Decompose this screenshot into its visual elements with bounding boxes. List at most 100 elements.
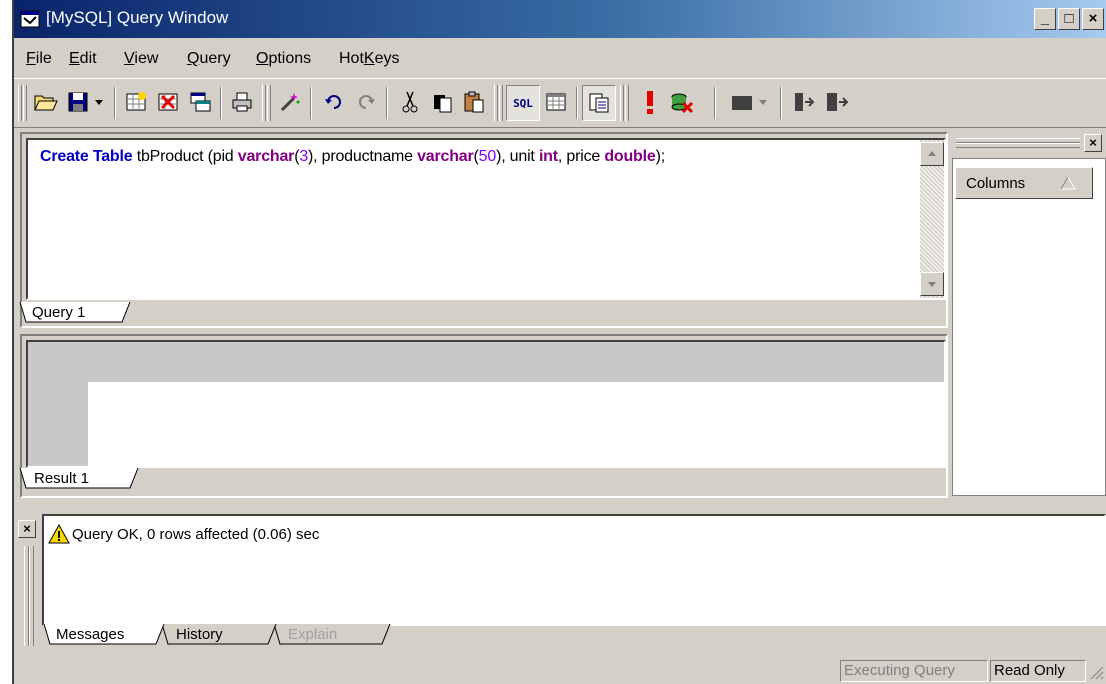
cut-button[interactable]: [394, 85, 426, 119]
maximize-icon: □: [1064, 10, 1074, 27]
query-results-icon: [589, 93, 609, 113]
toolbar-separator: [114, 87, 116, 119]
new-table-button[interactable]: [120, 85, 152, 119]
query-tab[interactable]: Query 1: [32, 304, 85, 321]
toolbar-grip[interactable]: [262, 85, 266, 121]
messages-close-button[interactable]: ×: [18, 520, 36, 538]
maximize-button[interactable]: □: [1058, 8, 1080, 30]
close-icon: ×: [1088, 10, 1098, 27]
messages-panel: × Query OK, 0 rows affected (0.06) sec M…: [14, 506, 1106, 656]
window-title: [MySQL] Query Window: [46, 8, 229, 27]
messages-grip[interactable]: [29, 546, 34, 646]
tab-history[interactable]: History: [176, 626, 223, 643]
scroll-up-button[interactable]: [920, 142, 944, 166]
open-button[interactable]: [30, 85, 62, 119]
warning-icon: [48, 524, 70, 544]
menu-hotkeys-label: eys: [374, 50, 400, 67]
code-token: );: [655, 148, 666, 165]
cut-icon: [402, 91, 418, 113]
toolbar-grip[interactable]: [23, 85, 27, 121]
wizard-button[interactable]: [274, 85, 306, 119]
menu-view-accel: V: [124, 50, 135, 67]
sql-mode-button[interactable]: SQL: [506, 85, 540, 121]
toolbar-separator: [576, 87, 578, 119]
menu-hotkeys[interactable]: HotKeys: [339, 50, 399, 68]
result-tab[interactable]: Result 1: [34, 470, 89, 487]
paste-button[interactable]: [458, 85, 490, 119]
query-results-button[interactable]: [582, 85, 616, 121]
menu-hotkeys-pre: Hot: [339, 50, 364, 67]
redo-button[interactable]: [350, 85, 382, 119]
open-folder-icon: [34, 95, 58, 111]
exit-button[interactable]: [822, 85, 854, 119]
toolbar-grip[interactable]: [494, 85, 498, 121]
resize-grip-icon[interactable]: [1088, 664, 1104, 680]
toolbar-grip[interactable]: [499, 85, 503, 121]
new-table-icon: [126, 92, 146, 111]
code-token: 50: [478, 148, 497, 165]
columns-panel-close-button[interactable]: ×: [1084, 134, 1102, 152]
sql-code[interactable]: Create Table tbProduct (pid varchar(3), …: [40, 148, 665, 166]
menu-options[interactable]: Options: [256, 50, 311, 68]
minimize-button[interactable]: _: [1034, 8, 1056, 30]
toolbar-grip[interactable]: [620, 85, 624, 121]
close-button[interactable]: ×: [1082, 8, 1104, 30]
result-header-row: [28, 342, 944, 382]
columns-header[interactable]: Columns: [955, 167, 1093, 199]
print-button[interactable]: [226, 85, 258, 119]
close-icon: ×: [23, 521, 31, 536]
query-window: [MySQL] Query Window _ □ × File Edit Vie…: [12, 0, 1106, 684]
message-text: Query OK, 0 rows affected (0.06) sec: [72, 526, 320, 543]
scroll-down-button[interactable]: [920, 272, 944, 296]
result-grid[interactable]: [26, 340, 946, 468]
messages-list[interactable]: Query OK, 0 rows affected (0.06) sec: [42, 514, 1106, 626]
undo-icon: [325, 95, 341, 109]
menu-query[interactable]: Query: [187, 50, 231, 68]
toolbar-grip[interactable]: [18, 85, 22, 121]
cancel-execute-button[interactable]: [666, 85, 698, 119]
exit-icon: [827, 93, 849, 111]
delete-table-icon: [158, 93, 178, 111]
tab-messages[interactable]: Messages: [56, 626, 124, 643]
minimize-icon: _: [1040, 10, 1050, 27]
save-dropdown[interactable]: [90, 85, 108, 119]
color-dropdown[interactable]: [754, 85, 772, 119]
code-token: Create Table: [40, 148, 133, 165]
insert-button[interactable]: [790, 85, 822, 119]
sql-editor[interactable]: Create Table tbProduct (pid varchar(3), …: [26, 138, 946, 300]
menu-edit-label: dit: [79, 50, 97, 67]
copy-button[interactable]: [426, 85, 458, 119]
window-icon: [190, 92, 211, 112]
copy-icon: [434, 95, 452, 113]
columns-panel-titlebar[interactable]: ×: [952, 130, 1106, 156]
query-tab-row: Query 1: [18, 302, 942, 324]
menu-view[interactable]: View: [124, 50, 158, 68]
code-token: int: [538, 148, 558, 165]
status-bar: Executing Query Read Only: [14, 658, 1106, 684]
toolbar-separator: [714, 87, 716, 119]
menu-query-label: uery: [199, 50, 231, 67]
toolbar-grip[interactable]: [267, 85, 271, 121]
menu-file[interactable]: File: [26, 50, 52, 68]
grid-mode-button[interactable]: [540, 85, 572, 119]
tab-explain[interactable]: Explain: [288, 626, 337, 643]
status-executing: Executing Query: [840, 660, 988, 682]
delete-table-button[interactable]: [152, 85, 184, 119]
window-button[interactable]: [184, 85, 216, 119]
code-token: ), unit: [496, 148, 539, 165]
result-tab-row: Result 1: [18, 468, 942, 490]
execute-icon: [647, 91, 653, 114]
menu-file-label: ile: [35, 50, 52, 67]
columns-panel: Columns: [952, 158, 1106, 496]
menu-query-accel: Q: [187, 50, 200, 67]
title-bar[interactable]: [MySQL] Query Window _ □ ×: [14, 0, 1106, 38]
undo-button[interactable]: [318, 85, 350, 119]
menu-hotkeys-accel: K: [363, 50, 375, 67]
execute-button[interactable]: [634, 85, 666, 119]
toolbar-grip[interactable]: [625, 85, 629, 121]
sort-ascending-icon: [1060, 176, 1076, 190]
code-token: ), productname: [308, 148, 418, 165]
editor-scrollbar[interactable]: [920, 140, 944, 298]
menu-edit-accel: E: [69, 50, 80, 67]
menu-edit[interactable]: Edit: [69, 50, 97, 68]
